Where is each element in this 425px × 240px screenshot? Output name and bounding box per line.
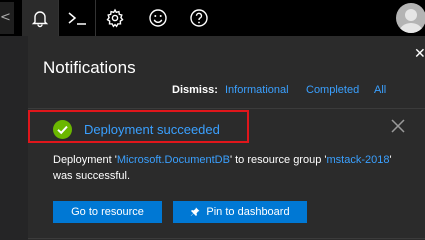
resource-link[interactable]: Microsoft.DocumentDB: [117, 154, 230, 166]
go-to-resource-label: Go to resource: [71, 206, 144, 218]
bell-icon: [31, 11, 49, 28]
cloud-shell-icon: [68, 12, 86, 25]
dismiss-notification-icon[interactable]: [391, 119, 405, 133]
body-mid: ' to resource group ': [229, 154, 327, 166]
dismiss-all-link[interactable]: All: [374, 84, 386, 96]
smiley-icon: [149, 9, 167, 27]
body-prefix: Deployment ': [53, 154, 117, 166]
go-to-resource-button[interactable]: Go to resource: [53, 201, 162, 223]
user-avatar-icon: [399, 9, 423, 33]
chevron-left-icon[interactable]: <: [0, 2, 14, 34]
dismiss-row: Dismiss: Informational Completed All: [28, 84, 425, 102]
topbar-divider: [95, 0, 96, 36]
avatar[interactable]: [396, 3, 425, 33]
top-bar: <: [0, 0, 425, 36]
settings-button[interactable]: [97, 0, 133, 36]
panel-title: Notifications: [43, 58, 136, 77]
success-check-icon: [53, 120, 72, 139]
notifications-panel: Notifications ✕ Dismiss: Informational C…: [28, 36, 425, 240]
help-button[interactable]: [181, 0, 217, 36]
divider: [28, 108, 425, 109]
pin-to-dashboard-button[interactable]: Pin to dashboard: [173, 201, 307, 223]
resource-group-link[interactable]: mstack-2018: [326, 154, 389, 166]
help-icon: [190, 9, 208, 27]
feedback-button[interactable]: [140, 0, 176, 36]
dismiss-label: Dismiss:: [172, 84, 218, 96]
dismiss-completed-link[interactable]: Completed: [306, 84, 359, 96]
pin-icon: [191, 207, 200, 216]
gear-icon: [106, 8, 124, 28]
notification-body: Deployment 'Microsoft.DocumentDB' to res…: [53, 152, 393, 184]
cloud-shell-button[interactable]: [59, 0, 95, 36]
notifications-button[interactable]: [22, 0, 58, 36]
dismiss-informational-link[interactable]: Informational: [225, 84, 289, 96]
notification-title[interactable]: Deployment succeeded: [84, 122, 220, 137]
pin-to-dashboard-label: Pin to dashboard: [206, 206, 290, 218]
divider: [28, 238, 425, 239]
close-panel-icon[interactable]: ✕: [414, 46, 425, 62]
